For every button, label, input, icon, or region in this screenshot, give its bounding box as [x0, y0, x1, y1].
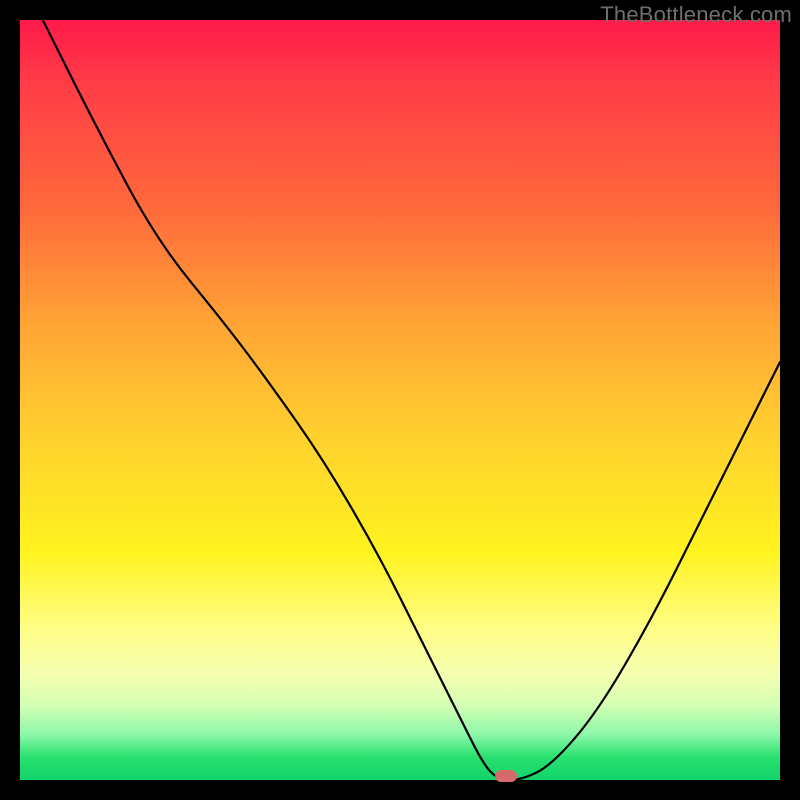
bottleneck-curve	[20, 20, 780, 780]
optimal-point-marker	[495, 770, 517, 782]
chart-stage: TheBottleneck.com	[0, 0, 800, 800]
plot-area	[20, 20, 780, 780]
watermark-text: TheBottleneck.com	[600, 2, 792, 28]
